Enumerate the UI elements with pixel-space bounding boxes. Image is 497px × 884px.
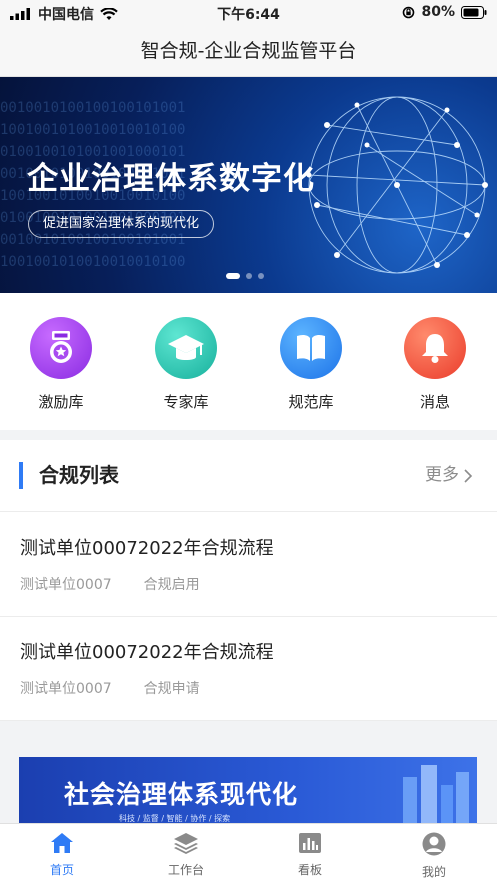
battery-percent: 80% <box>421 4 455 20</box>
user-icon <box>422 832 446 856</box>
section-title: 合规列表 <box>39 463 119 487</box>
medal-icon <box>30 317 92 379</box>
quick-link-label: 专家库 <box>163 393 209 411</box>
page-title: 智合规-企业合规监管平台 <box>140 40 357 62</box>
city-buildings-graphic <box>403 765 469 827</box>
tab-label: 工作台 <box>167 863 204 877</box>
quick-link-label: 消息 <box>419 393 450 411</box>
status-right: 80% <box>402 4 487 20</box>
quick-link-messages[interactable]: 消息 <box>390 317 480 412</box>
tab-label: 首页 <box>49 863 74 877</box>
tab-home[interactable]: 首页 <box>17 832 107 878</box>
list-item-title: 测试单位00072022年合规流程 <box>20 642 274 663</box>
list-item-meta: 测试单位0007 合规启用 <box>20 574 200 594</box>
carousel-indicator <box>226 273 264 279</box>
tab-profile[interactable]: 我的 <box>389 832 479 880</box>
banner-carousel[interactable]: 0010010100100100101001 10010010100100100… <box>0 77 497 293</box>
graduation-cap-icon <box>155 317 217 379</box>
nav-bar: 智合规-企业合规监管平台 <box>0 26 497 77</box>
more-label: 更多 <box>425 465 459 485</box>
quick-link-label: 激励库 <box>38 393 84 411</box>
bell-icon <box>404 317 466 379</box>
battery-icon <box>461 5 487 19</box>
tab-dashboard[interactable]: 看板 <box>265 832 355 878</box>
list-item-unit: 测试单位0007 <box>20 681 112 697</box>
orientation-lock-icon <box>403 6 415 18</box>
carousel-dot[interactable] <box>258 273 264 279</box>
home-icon <box>51 833 73 853</box>
quick-link-standards[interactable]: 规范库 <box>266 317 356 412</box>
layers-icon <box>174 833 198 854</box>
banner-title: 企业治理体系数字化 <box>27 161 315 197</box>
book-icon <box>280 317 342 379</box>
list-item[interactable]: 测试单位00072022年合规流程 测试单位0007 合规申请 <box>0 616 497 721</box>
tab-workbench[interactable]: 工作台 <box>141 832 231 878</box>
carousel-dot[interactable] <box>226 273 240 279</box>
list-item-meta: 测试单位0007 合规申请 <box>20 678 200 698</box>
list-item-unit: 测试单位0007 <box>20 577 112 593</box>
promo-banner[interactable]: 社会治理体系现代化 科技 / 监督 / 智能 / 协作 / 探索 <box>19 757 477 827</box>
promo-title: 社会治理体系现代化 <box>64 780 299 809</box>
compliance-list: 合规列表 更多 测试单位00072022年合规流程 测试单位0007 合规启用 … <box>0 440 497 721</box>
tab-bar: 首页 工作台 看板 我的 <box>0 823 497 884</box>
list-item-title: 测试单位00072022年合规流程 <box>20 538 274 559</box>
list-item-status: 合规申请 <box>143 681 200 697</box>
tab-label: 我的 <box>421 865 446 879</box>
carousel-dot[interactable] <box>246 273 252 279</box>
tab-label: 看板 <box>297 863 322 877</box>
more-link[interactable]: 更多 <box>425 462 473 489</box>
list-item-status: 合规启用 <box>143 577 200 593</box>
list-item[interactable]: 测试单位00072022年合规流程 测试单位0007 合规启用 <box>0 512 497 617</box>
quick-link-label: 规范库 <box>288 393 334 411</box>
quick-links: 激励库 专家库 规范库 消息 <box>0 293 497 430</box>
quick-link-experts[interactable]: 专家库 <box>141 317 231 412</box>
banner-subtitle: 促进国家治理体系的现代化 <box>28 210 215 238</box>
quick-link-incentives[interactable]: 激励库 <box>16 317 106 412</box>
compliance-list-header: 合规列表 更多 <box>0 440 497 512</box>
dashboard-icon <box>299 833 321 853</box>
chevron-right-icon <box>464 468 473 483</box>
globe-network-graphic <box>306 96 488 274</box>
status-bar: 中国电信 下午6:44 80% <box>0 0 497 26</box>
section-accent-bar <box>19 462 23 489</box>
